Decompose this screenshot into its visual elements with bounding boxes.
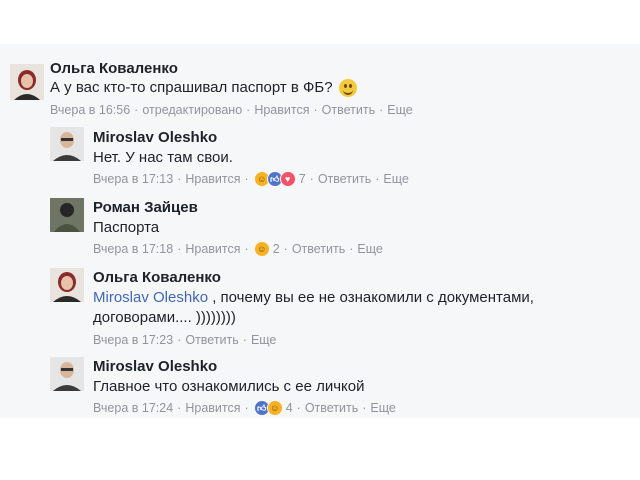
comment-author[interactable]: Miroslav Oleshko xyxy=(93,129,217,147)
comment-author[interactable]: Ольга Коваленко xyxy=(50,60,178,78)
comment-timestamp[interactable]: Вчера в 16:56 xyxy=(50,102,130,118)
comment-meta: Вчера в 17:18 · Нравится · ☺ 2 · Ответит… xyxy=(93,241,383,257)
comment-text-line2: договорами.... )))))))) xyxy=(93,309,236,326)
comment-meta: Вчера в 17:24 · Нравится · 👍︎ ☺ 4 · Отве… xyxy=(93,400,396,416)
edited-label[interactable]: отредактировано xyxy=(142,102,242,118)
comment-meta: Вчера в 16:56 · отредактировано · Нравит… xyxy=(50,102,413,118)
avatar[interactable] xyxy=(50,198,84,232)
comment-text: Нет. У нас там свои. xyxy=(93,149,233,166)
avatar[interactable] xyxy=(50,357,84,391)
reply-link[interactable]: Ответить xyxy=(322,102,375,118)
more-link[interactable]: Еще xyxy=(387,102,412,118)
comment-text: Miroslav Oleshko , почему вы ее не ознак… xyxy=(93,288,534,308)
avatar[interactable] xyxy=(10,64,44,100)
comment-text: Паспорта xyxy=(93,219,160,236)
comment-timestamp[interactable]: Вчера в 17:24 xyxy=(93,400,173,416)
comment-text-line1: , почему вы ее не ознакомили с документа… xyxy=(208,289,534,306)
smile-emoji-icon xyxy=(338,79,357,98)
reactions-count: 2 xyxy=(272,242,280,256)
comment-meta: Вчера в 17:23 · Ответить · Еще xyxy=(93,332,277,348)
comment-author[interactable]: Miroslav Oleshko xyxy=(93,358,217,376)
comment-text: А у вас кто-то спрашивал паспорт в ФБ? xyxy=(50,78,357,98)
comment-timestamp[interactable]: Вчера в 17:23 xyxy=(93,332,173,348)
comment-author[interactable]: Роман Зайцев xyxy=(93,199,198,217)
reactions-summary[interactable]: ☺ 👍︎ ♥ 7 xyxy=(253,171,306,187)
mention-link[interactable]: Miroslav Oleshko xyxy=(93,289,208,306)
comment-meta: Вчера в 17:13 · Нравится · ☺ 👍︎ ♥ 7 · От… xyxy=(93,171,409,187)
love-icon: ♥ xyxy=(279,171,296,187)
avatar[interactable] xyxy=(50,127,84,161)
reply-link[interactable]: Ответить xyxy=(305,400,358,416)
more-link[interactable]: Еще xyxy=(370,400,395,416)
reactions-count: 4 xyxy=(285,401,293,415)
like-link[interactable]: Нравится xyxy=(185,241,240,257)
reply-link[interactable]: Ответить xyxy=(185,332,238,348)
reactions-summary[interactable]: 👍︎ ☺ 4 xyxy=(253,400,293,416)
more-link[interactable]: Еще xyxy=(251,332,276,348)
reply-link[interactable]: Ответить xyxy=(318,171,371,187)
comment-author[interactable]: Ольга Коваленко xyxy=(93,269,221,287)
like-link[interactable]: Нравится xyxy=(185,400,240,416)
haha-icon: ☺ xyxy=(253,241,270,257)
more-link[interactable]: Еще xyxy=(357,241,382,257)
comment-timestamp[interactable]: Вчера в 17:13 xyxy=(93,171,173,187)
reactions-count: 7 xyxy=(298,172,306,186)
reply-link[interactable]: Ответить xyxy=(292,241,345,257)
like-link[interactable]: Нравится xyxy=(185,171,240,187)
haha-icon: ☺ xyxy=(266,400,283,416)
comment-text: Главное что ознакомились с ее личкой xyxy=(93,378,365,395)
avatar[interactable] xyxy=(50,268,84,302)
like-link[interactable]: Нравится xyxy=(254,102,309,118)
more-link[interactable]: Еще xyxy=(383,171,408,187)
reactions-summary[interactable]: ☺ 2 xyxy=(253,241,280,257)
comment-timestamp[interactable]: Вчера в 17:18 xyxy=(93,241,173,257)
comment-text-body: А у вас кто-то спрашивал паспорт в ФБ? xyxy=(50,79,333,96)
